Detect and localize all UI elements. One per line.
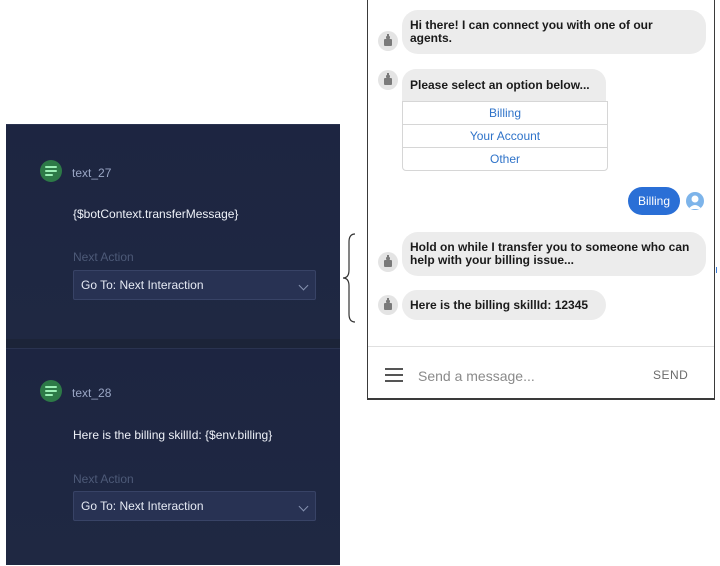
node-title: text_28 (72, 386, 112, 400)
node-message-text[interactable]: {$botContext.transferMessage} (73, 207, 238, 221)
next-action-value: Go To: Next Interaction (81, 278, 204, 292)
chevron-down-icon (298, 280, 309, 291)
brace-connector (342, 233, 356, 323)
option-other[interactable]: Other (403, 148, 607, 170)
interaction-card-text-28[interactable]: text_28 Here is the billing skillId: {$e… (6, 348, 340, 565)
next-action-label: Next Action (73, 472, 134, 486)
next-action-select[interactable]: Go To: Next Interaction (73, 270, 316, 300)
bot-avatar-icon (378, 31, 398, 51)
text-node-icon (40, 380, 62, 402)
node-title: text_27 (72, 166, 112, 180)
next-action-label: Next Action (73, 250, 134, 264)
bot-avatar-icon (378, 252, 398, 272)
message-line: agents. (410, 31, 453, 45)
menu-icon[interactable] (385, 368, 403, 382)
message-line: Hi there! I can connect you with one of … (410, 18, 653, 32)
bot-message-transfer: Hold on while I transfer you to someone … (402, 232, 706, 276)
option-your-account[interactable]: Your Account (403, 125, 607, 148)
edge-marker (716, 267, 717, 273)
interaction-card-text-27[interactable]: text_27 {$botContext.transferMessage} Ne… (6, 124, 340, 339)
composer-divider (368, 346, 714, 347)
message-line: Here is the billing skillId: 12345 (410, 298, 589, 312)
bot-message-greeting: Hi there! I can connect you with one of … (402, 10, 706, 54)
bot-avatar-icon (378, 295, 398, 315)
message-line: Please select an option below... (410, 78, 590, 92)
chat-window: Hi there! I can connect you with one of … (367, 0, 715, 400)
bot-message-prompt: Please select an option below... (402, 69, 606, 102)
text-node-icon (40, 160, 62, 182)
option-billing[interactable]: Billing (403, 102, 607, 125)
bot-builder-panel: text_27 {$botContext.transferMessage} Ne… (6, 124, 340, 565)
next-action-select[interactable]: Go To: Next Interaction (73, 491, 316, 521)
message-input[interactable] (416, 366, 620, 386)
node-message-text[interactable]: Here is the billing skillId: {$env.billi… (73, 428, 272, 442)
bot-avatar-icon (378, 70, 398, 90)
message-line: help with your billing issue... (410, 253, 575, 267)
chevron-down-icon (298, 501, 309, 512)
user-avatar-icon (686, 192, 704, 210)
user-message: Billing (628, 187, 680, 215)
quick-reply-options: Billing Your Account Other (402, 101, 608, 171)
send-button[interactable]: SEND (653, 368, 688, 382)
next-action-value: Go To: Next Interaction (81, 499, 204, 513)
bot-message-skill: Here is the billing skillId: 12345 (402, 290, 606, 320)
